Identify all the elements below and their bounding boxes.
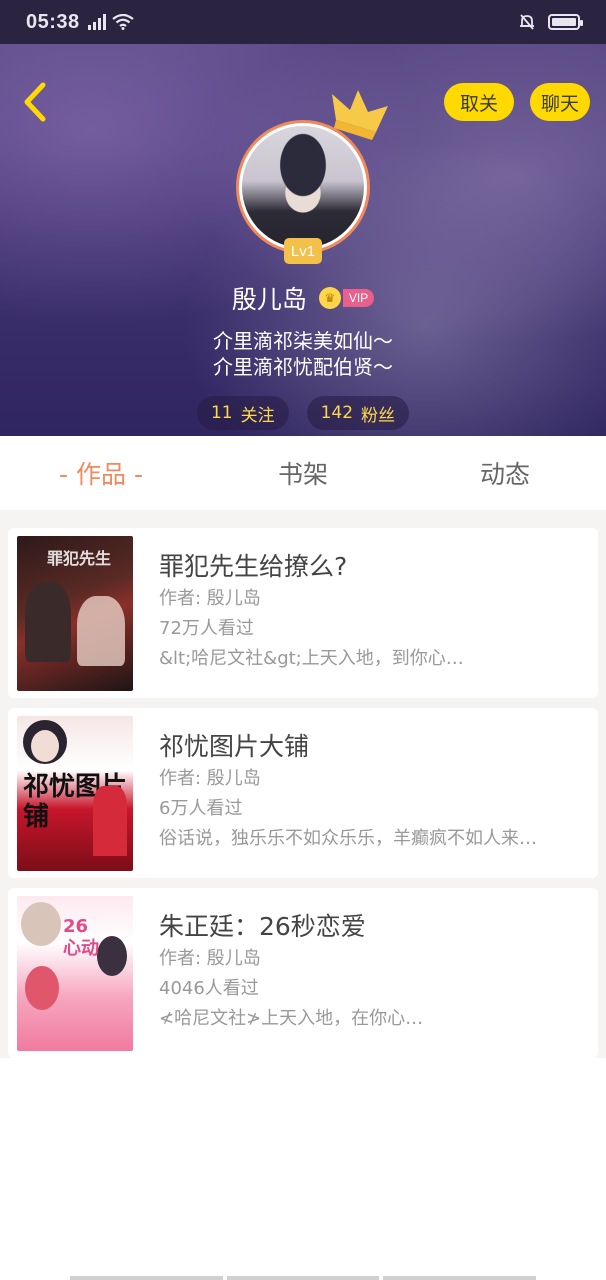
tab-works[interactable]: - 作品 -	[0, 436, 202, 510]
profile-header: 05:38 取关 聊天 Lv1 殷儿岛 ♛ VIP 介里滴祁柒美如仙～ 介里滴祁…	[0, 0, 606, 436]
crown-icon	[332, 90, 388, 140]
book-cover: 罪犯先生	[17, 536, 133, 691]
status-right	[518, 13, 583, 31]
fans-stat[interactable]: 142 粉丝	[306, 396, 410, 430]
vip-label: VIP	[342, 289, 375, 307]
book-card[interactable]: 祁忧图片铺 祁忧图片大铺 作者: 殷儿岛 6万人看过 俗话说，独乐乐不如众乐乐，…	[8, 708, 598, 878]
book-cover: 祁忧图片铺	[17, 716, 133, 871]
tab-bookshelf[interactable]: 书架	[202, 436, 404, 510]
bio: 介里滴祁柒美如仙～ 介里滴祁忧配伯贤～	[0, 328, 606, 380]
book-author: 作者: 殷儿岛	[159, 948, 261, 969]
book-info: 祁忧图片大铺 作者: 殷儿岛 6万人看过 俗话说，独乐乐不如众乐乐，羊癫疯不如人…	[159, 716, 589, 854]
book-title: 祁忧图片大铺	[159, 732, 310, 761]
following-label: 关注	[240, 405, 275, 426]
following-stat[interactable]: 11 关注	[196, 396, 289, 430]
username: 殷儿岛	[231, 285, 307, 314]
following-count: 11	[210, 403, 233, 423]
bio-line-1: 介里滴祁柒美如仙～	[213, 329, 393, 353]
back-button[interactable]	[14, 80, 54, 124]
signal-icon	[87, 14, 106, 30]
unfollow-button[interactable]: 取关	[444, 83, 514, 121]
cover-text: 26 心动	[63, 916, 99, 959]
fans-label: 粉丝	[361, 405, 396, 426]
book-list: 罪犯先生 罪犯先生给撩么? 作者: 殷儿岛 72万人看过 &lt;哈尼文社&gt…	[0, 518, 606, 1058]
mute-bell-icon	[520, 14, 534, 30]
book-info: 朱正廷：26秒恋爱 作者: 殷儿岛 4046人看过 ≮哈尼文社≯上天入地，在你心…	[159, 896, 589, 1034]
status-time: 05:38	[26, 10, 80, 33]
name-row: 殷儿岛 ♛ VIP	[0, 278, 606, 318]
book-summary: 俗话说，独乐乐不如众乐乐，羊癫疯不如人来…	[159, 828, 537, 849]
book-views: 6万人看过	[159, 798, 243, 819]
level-badge: Lv1	[284, 238, 322, 264]
fans-count: 142	[320, 403, 354, 423]
chat-button[interactable]: 聊天	[530, 83, 590, 121]
battery-icon	[548, 14, 583, 30]
bio-line-2: 介里滴祁忧配伯贤～	[213, 355, 393, 379]
status-icons	[87, 14, 134, 30]
cover-text: 罪犯先生	[47, 549, 112, 568]
profile-tabs: - 作品 - 书架 动态	[0, 436, 606, 518]
book-views: 4046人看过	[159, 978, 259, 999]
vip-crown-icon: ♛	[318, 287, 341, 309]
status-bar: 05:38	[0, 0, 606, 44]
stats-row: 11 关注 142 粉丝	[0, 396, 606, 430]
book-card[interactable]: 罪犯先生 罪犯先生给撩么? 作者: 殷儿岛 72万人看过 &lt;哈尼文社&gt…	[8, 528, 598, 698]
book-title: 罪犯先生给撩么?	[159, 552, 348, 581]
book-card[interactable]: 26 心动 朱正廷：26秒恋爱 作者: 殷儿岛 4046人看过 ≮哈尼文社≯上天…	[8, 888, 598, 1058]
tab-activity[interactable]: 动态	[404, 436, 606, 510]
book-title: 朱正廷：26秒恋爱	[159, 912, 366, 941]
vip-badge: ♛ VIP	[318, 287, 375, 309]
book-summary: ≮哈尼文社≯上天入地，在你心…	[159, 1008, 424, 1029]
book-author: 作者: 殷儿岛	[159, 768, 261, 789]
wifi-icon	[111, 14, 134, 30]
nav-gesture-bar	[70, 1276, 537, 1280]
book-cover: 26 心动	[17, 896, 133, 1051]
book-summary: &lt;哈尼文社&gt;上天入地，到你心…	[159, 648, 464, 669]
book-author: 作者: 殷儿岛	[159, 588, 261, 609]
book-info: 罪犯先生给撩么? 作者: 殷儿岛 72万人看过 &lt;哈尼文社&gt;上天入地…	[159, 536, 589, 674]
chevron-left-icon	[24, 82, 46, 122]
book-views: 72万人看过	[159, 618, 254, 639]
avatar-container[interactable]: Lv1	[236, 90, 388, 264]
